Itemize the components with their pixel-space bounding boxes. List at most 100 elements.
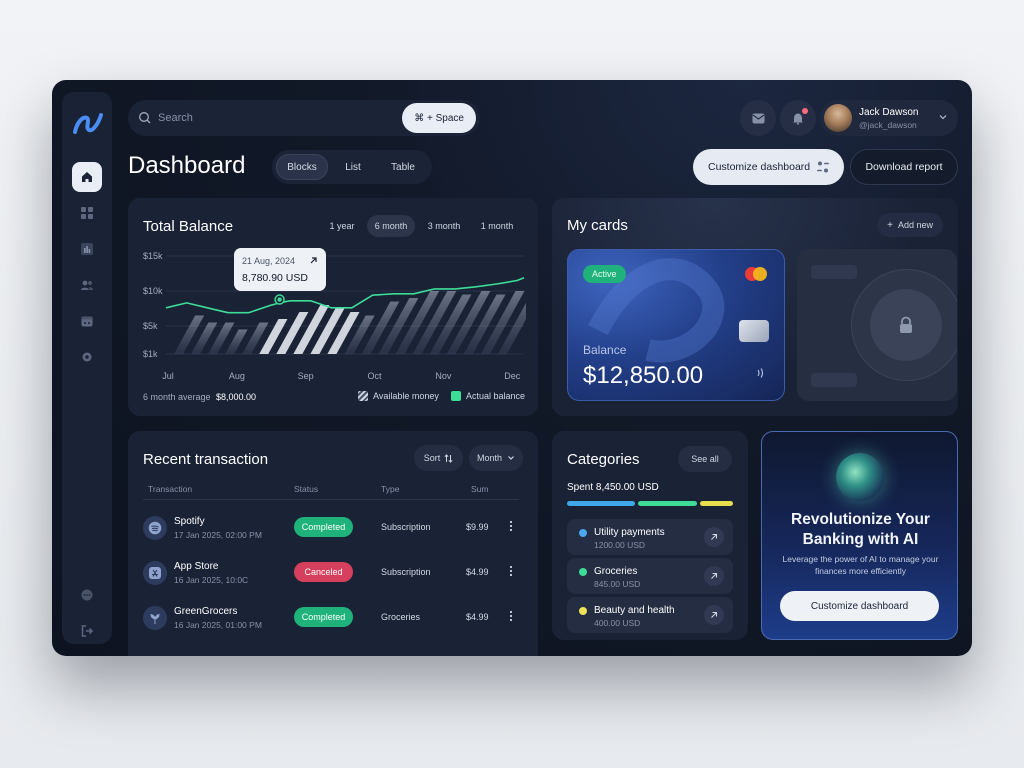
notifications-button[interactable] bbox=[780, 100, 816, 136]
chevron-down-icon bbox=[508, 456, 514, 460]
table-row[interactable]: GreenGrocers 16 Jan 2025, 01:00 PM Compl… bbox=[128, 598, 538, 638]
category-name: Utility payments bbox=[594, 527, 665, 538]
transaction-sum: $4.99 bbox=[466, 612, 489, 622]
card-balance-value: $12,850.00 bbox=[583, 362, 704, 389]
arrow-up-right-icon[interactable] bbox=[704, 566, 724, 586]
user-name: Jack Dawson bbox=[859, 107, 919, 118]
ai-orb-icon bbox=[836, 453, 884, 501]
column-transaction: Transaction bbox=[148, 484, 193, 494]
x-tick-label: Aug bbox=[229, 371, 245, 381]
column-type: Type bbox=[381, 484, 400, 494]
locked-card[interactable] bbox=[797, 249, 957, 401]
sidebar-item-grid[interactable] bbox=[72, 198, 102, 228]
sort-icon bbox=[444, 453, 453, 463]
lock-button[interactable] bbox=[870, 289, 942, 361]
download-report-button[interactable]: Download report bbox=[850, 149, 958, 185]
category-item[interactable]: Beauty and health 400.00 USD bbox=[567, 597, 733, 633]
search-input[interactable] bbox=[158, 109, 388, 127]
table-row[interactable]: App Store 16 Jan 2025, 10:0C Canceled Su… bbox=[128, 553, 538, 593]
plus-icon: + bbox=[887, 219, 893, 231]
add-new-card-button[interactable]: + Add new bbox=[877, 213, 943, 237]
promo-title: Revolutionize Your Banking with AI bbox=[791, 511, 930, 548]
app-window: ⌘ + Space Jack Dawson @jack_dawson Dashb… bbox=[52, 80, 972, 656]
transaction-type: Subscription bbox=[381, 522, 431, 532]
transaction-type: Groceries bbox=[381, 612, 421, 622]
mail-icon bbox=[752, 113, 764, 123]
transaction-date: 16 Jan 2025, 01:00 PM bbox=[174, 620, 262, 630]
average-label: 6 month average bbox=[143, 392, 211, 402]
sidebar-item-settings[interactable] bbox=[72, 342, 102, 372]
category-item[interactable]: Utility payments 1200.00 USD bbox=[567, 519, 733, 555]
bank-card[interactable]: Active Balance $12,850.00 bbox=[567, 249, 785, 401]
card-balance-label: Balance bbox=[583, 343, 627, 357]
category-item[interactable]: Groceries 845.00 USD bbox=[567, 558, 733, 594]
table-row[interactable]: Spotify 17 Jan 2025, 02:00 PM Completed … bbox=[128, 508, 538, 548]
sidebar-item-home[interactable] bbox=[72, 162, 102, 192]
avatar bbox=[824, 104, 852, 132]
chat-icon bbox=[81, 589, 93, 601]
tooltip-value: 8,780.90 USD bbox=[242, 272, 308, 284]
see-all-button[interactable]: See all bbox=[678, 446, 732, 472]
category-amount: 1200.00 USD bbox=[594, 540, 646, 550]
categories-title: Categories bbox=[567, 451, 640, 468]
search-shortcut-button[interactable]: ⌘ + Space bbox=[402, 103, 476, 133]
grocery-icon bbox=[143, 606, 167, 630]
more-vertical-icon[interactable] bbox=[506, 609, 516, 623]
sidebar-item-chat[interactable] bbox=[72, 580, 102, 610]
grid-icon bbox=[81, 207, 93, 219]
average-value: $8,000.00 bbox=[216, 392, 257, 402]
arrow-up-right-icon[interactable] bbox=[704, 605, 724, 625]
view-blocks-tab[interactable]: Blocks bbox=[276, 154, 328, 180]
arrow-up-right-icon[interactable] bbox=[704, 527, 724, 547]
view-table-tab[interactable]: Table bbox=[378, 154, 428, 180]
sidebar-item-analytics[interactable] bbox=[72, 234, 102, 264]
y-tick-label: $5k bbox=[143, 321, 158, 331]
lock-icon bbox=[900, 316, 912, 333]
messages-button[interactable] bbox=[740, 100, 776, 136]
transaction-name: GreenGrocers bbox=[174, 606, 238, 617]
more-vertical-icon[interactable] bbox=[506, 564, 516, 578]
transaction-sum: $4.99 bbox=[466, 567, 489, 577]
view-list-tab[interactable]: List bbox=[330, 154, 376, 180]
users-icon bbox=[81, 280, 93, 290]
transaction-name: App Store bbox=[174, 561, 219, 572]
x-tick-label: Oct bbox=[368, 371, 383, 381]
view-toggle: Blocks List Table bbox=[272, 150, 432, 184]
chart-icon bbox=[81, 243, 93, 255]
card-placeholder-bar bbox=[811, 373, 857, 387]
spent-total: Spent 8,450.00 USD bbox=[567, 482, 659, 493]
user-menu[interactable]: Jack Dawson @jack_dawson bbox=[820, 100, 958, 136]
app-store-icon bbox=[143, 561, 167, 585]
period-select[interactable]: Month bbox=[469, 445, 523, 471]
transaction-date: 17 Jan 2025, 02:00 PM bbox=[174, 530, 262, 540]
promo-text: Leverage the power of AI to manage your … bbox=[782, 554, 939, 576]
transaction-name: Spotify bbox=[174, 516, 205, 527]
my-cards-title: My cards bbox=[567, 217, 628, 234]
my-cards-panel: My cards + Add new Active Balance $12,85… bbox=[552, 198, 958, 416]
sort-button[interactable]: Sort bbox=[414, 445, 463, 471]
more-vertical-icon[interactable] bbox=[506, 519, 516, 533]
sidebar-item-users[interactable] bbox=[72, 270, 102, 300]
total-balance-panel: Total Balance 1 year 6 month 3 month 1 m… bbox=[128, 198, 538, 416]
status-badge: Completed bbox=[294, 607, 353, 627]
spend-bar-utility bbox=[567, 501, 635, 506]
category-name: Groceries bbox=[594, 566, 638, 577]
sidebar-item-logout[interactable] bbox=[72, 616, 102, 646]
x-tick-label: Jul bbox=[162, 371, 174, 381]
legend-swatch-actual bbox=[451, 391, 461, 401]
logo-icon[interactable] bbox=[73, 112, 103, 136]
recent-transactions-title: Recent transaction bbox=[143, 451, 269, 468]
period-label: Month bbox=[476, 453, 502, 463]
legend-actual: Actual balance bbox=[451, 391, 525, 401]
customize-dashboard-label: Customize dashboard bbox=[708, 161, 811, 173]
arrow-up-right-icon bbox=[310, 257, 317, 264]
customize-dashboard-button[interactable]: Customize dashboard bbox=[693, 149, 844, 185]
search-bar: ⌘ + Space bbox=[128, 100, 480, 136]
sidebar-item-calendar[interactable] bbox=[72, 306, 102, 336]
legend-label-actual: Actual balance bbox=[466, 391, 526, 401]
chevron-down-icon bbox=[939, 115, 947, 120]
category-dot bbox=[579, 568, 587, 576]
page-title: Dashboard bbox=[128, 152, 246, 179]
promo-customize-button[interactable]: Customize dashboard bbox=[780, 591, 939, 621]
transaction-date: 16 Jan 2025, 10:0C bbox=[174, 575, 249, 585]
